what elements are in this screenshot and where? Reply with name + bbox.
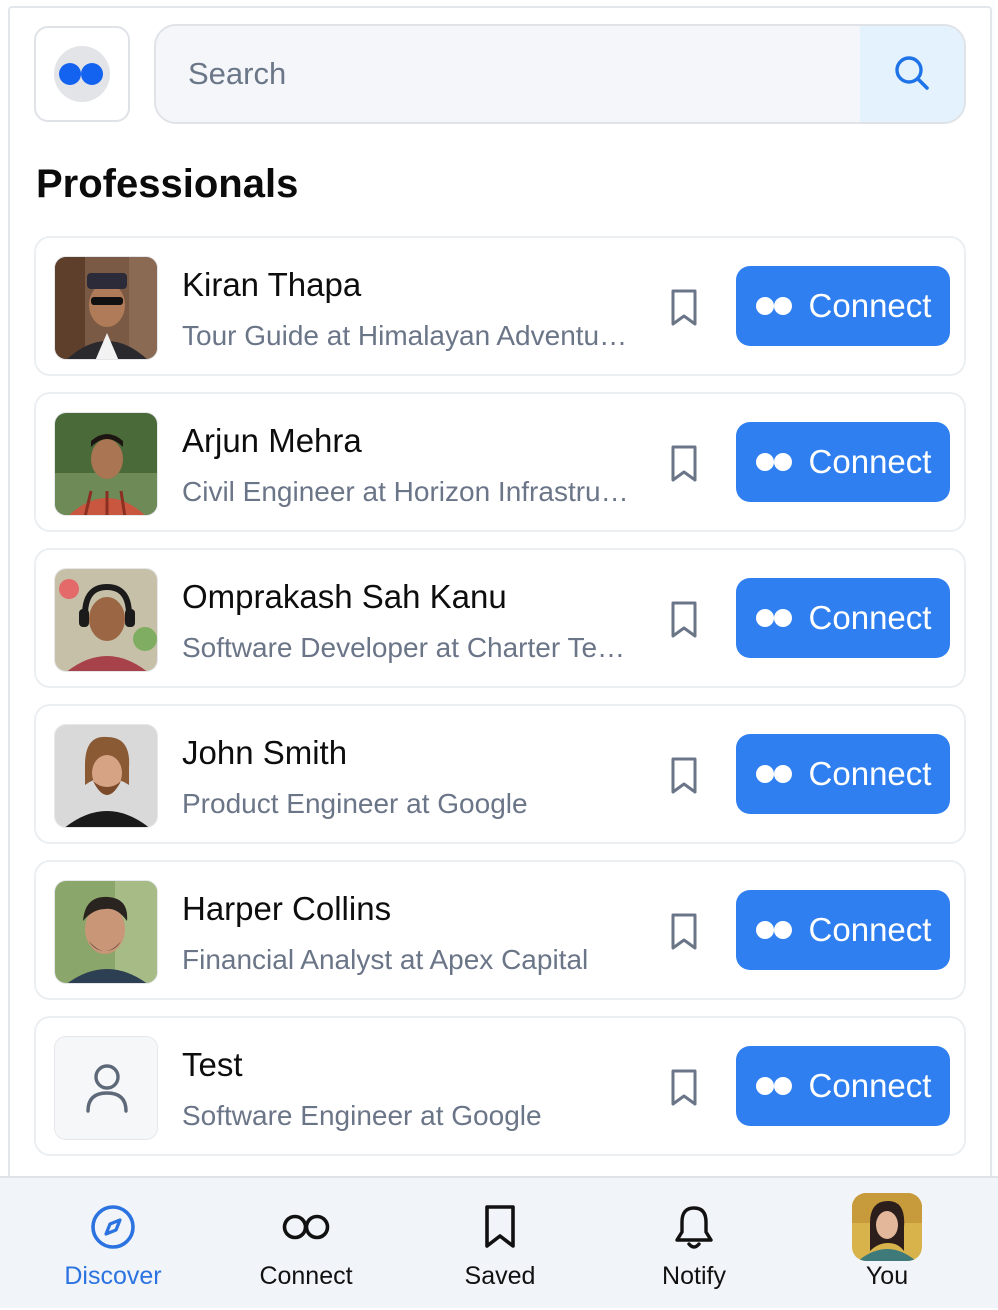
- bottom-nav: Discover Connect Saved Notify You: [0, 1176, 998, 1308]
- professional-role: Software Engineer at Google: [182, 1100, 542, 1131]
- nav-label-discover: Discover: [64, 1262, 162, 1290]
- avatar[interactable]: [54, 880, 158, 984]
- bookmark-button[interactable]: [666, 756, 702, 796]
- professional-role: Software Developer at Charter Technologi…: [182, 632, 630, 663]
- connect-button[interactable]: Connect: [736, 734, 950, 814]
- avatar[interactable]: [54, 724, 158, 828]
- bookmark-button[interactable]: [666, 288, 702, 328]
- connect-label: Connect: [808, 287, 932, 324]
- logo-icon: [54, 46, 110, 102]
- user-icon: [55, 1037, 157, 1139]
- app-logo-button[interactable]: [34, 26, 130, 122]
- bookmark-icon: [460, 1202, 540, 1252]
- connect-button[interactable]: Connect: [736, 578, 950, 658]
- professional-role: Product Engineer at Google: [182, 788, 528, 819]
- connect-dots-icon: [755, 765, 792, 783]
- app-root: Professionals Kiran Thapa Tour Guide at …: [0, 0, 998, 1308]
- connect-dots-icon: [755, 921, 792, 939]
- nav-item-saved[interactable]: Saved: [420, 1178, 580, 1310]
- professional-card[interactable]: Arjun Mehra Civil Engineer at Horizon In…: [34, 392, 966, 532]
- bookmark-button[interactable]: [666, 600, 702, 640]
- nav-label-you: You: [865, 1262, 909, 1290]
- professional-card[interactable]: John Smith Product Engineer at Google Co…: [34, 704, 966, 844]
- nav-item-discover[interactable]: Discover: [33, 1178, 193, 1310]
- professional-card[interactable]: Omprakash Sah Kanu Software Developer at…: [34, 548, 966, 688]
- bookmark-button[interactable]: [666, 1068, 702, 1108]
- bookmark-icon: [671, 289, 697, 326]
- connect-dots-icon: [755, 609, 792, 627]
- bell-icon: [654, 1202, 734, 1252]
- bookmark-icon: [671, 757, 697, 794]
- professional-role: Financial Analyst at Apex Capital: [182, 944, 589, 975]
- connect-dots-icon: [755, 1077, 792, 1095]
- connect-label: Connect: [808, 443, 932, 480]
- profile-avatar: [847, 1192, 927, 1262]
- bookmark-icon: [671, 601, 697, 638]
- professional-name[interactable]: Test: [182, 1046, 243, 1084]
- search-icon: [892, 53, 932, 96]
- professional-name[interactable]: Omprakash Sah Kanu: [182, 578, 507, 616]
- avatar[interactable]: [54, 568, 158, 672]
- bookmark-icon: [671, 913, 697, 950]
- search-input[interactable]: [156, 26, 860, 122]
- bookmark-button[interactable]: [666, 912, 702, 952]
- connect-button[interactable]: Connect: [736, 422, 950, 502]
- connect-dots-icon: [755, 453, 792, 471]
- bookmark-button[interactable]: [666, 444, 702, 484]
- bookmark-icon: [671, 445, 697, 482]
- connect-label: Connect: [808, 755, 932, 792]
- avatar-placeholder[interactable]: [54, 1036, 158, 1140]
- professional-role: Civil Engineer at Horizon Infrastructure: [182, 476, 630, 507]
- connect-dots-icon: [755, 297, 792, 315]
- professional-name[interactable]: Arjun Mehra: [182, 422, 362, 460]
- connect-label: Connect: [808, 599, 932, 636]
- section-title: Professionals: [36, 162, 299, 206]
- nav-item-notify[interactable]: Notify: [614, 1178, 774, 1310]
- infinity-icon: [266, 1202, 346, 1252]
- nav-item-connect[interactable]: Connect: [226, 1178, 386, 1310]
- professional-card[interactable]: Harper Collins Financial Analyst at Apex…: [34, 860, 966, 1000]
- professional-role: Tour Guide at Himalayan Adventures: [182, 320, 630, 351]
- connect-label: Connect: [808, 1067, 932, 1104]
- professionals-list: Kiran Thapa Tour Guide at Himalayan Adve…: [34, 236, 966, 1172]
- avatar[interactable]: [54, 412, 158, 516]
- professional-card[interactable]: Test Software Engineer at Google Connect: [34, 1016, 966, 1156]
- professional-name[interactable]: John Smith: [182, 734, 347, 772]
- connect-button[interactable]: Connect: [736, 266, 950, 346]
- professional-name[interactable]: Harper Collins: [182, 890, 391, 928]
- nav-label-connect: Connect: [259, 1262, 353, 1290]
- bookmark-icon: [671, 1069, 697, 1106]
- search-bar: [154, 24, 966, 124]
- nav-label-notify: Notify: [662, 1262, 726, 1290]
- connect-button[interactable]: Connect: [736, 890, 950, 970]
- connect-label: Connect: [808, 911, 932, 948]
- connect-button[interactable]: Connect: [736, 1046, 950, 1126]
- avatar[interactable]: [54, 256, 158, 360]
- professional-name[interactable]: Kiran Thapa: [182, 266, 361, 304]
- compass-icon: [73, 1202, 153, 1252]
- search-button[interactable]: [860, 26, 964, 122]
- nav-label-saved: Saved: [464, 1262, 536, 1290]
- professional-card[interactable]: Kiran Thapa Tour Guide at Himalayan Adve…: [34, 236, 966, 376]
- nav-item-you[interactable]: You: [807, 1178, 967, 1310]
